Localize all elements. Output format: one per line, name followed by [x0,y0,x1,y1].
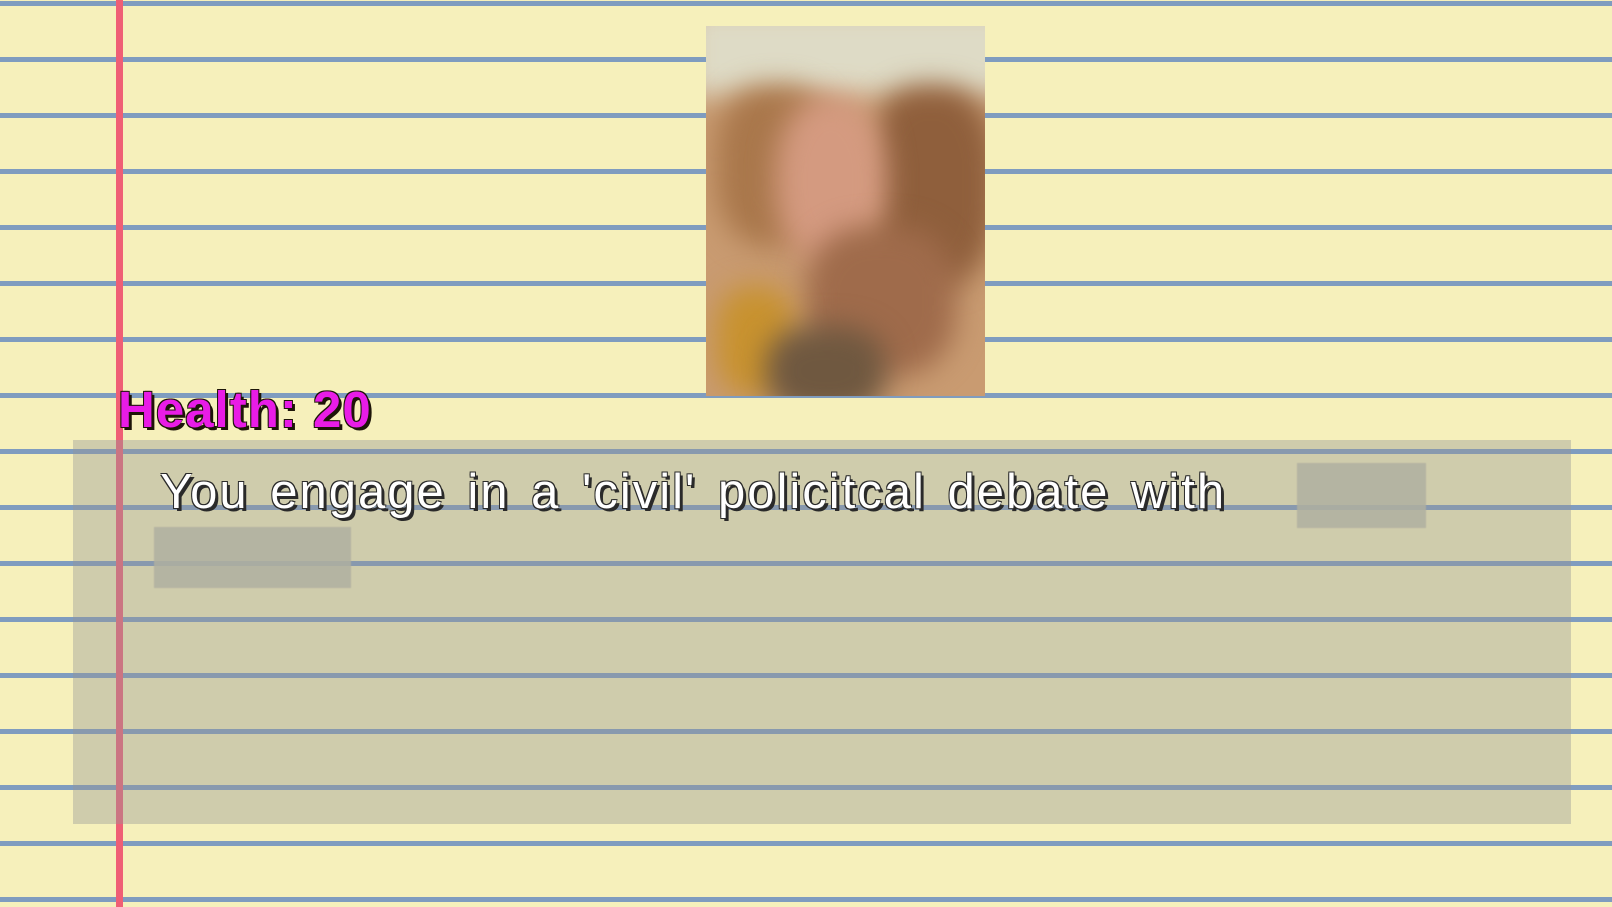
health-counter: Health: 20 [118,381,372,438]
dialog-box[interactable]: You engage in a 'civil' policitcal debat… [73,440,1571,824]
notebook-paper-background: Health: 20 You engage in a 'civil' polic… [0,0,1612,907]
dialog-message: You engage in a 'civil' policitcal debat… [160,465,1227,519]
redacted-name-block [154,527,351,588]
redacted-name-block [1297,463,1426,528]
character-portrait [706,26,985,396]
